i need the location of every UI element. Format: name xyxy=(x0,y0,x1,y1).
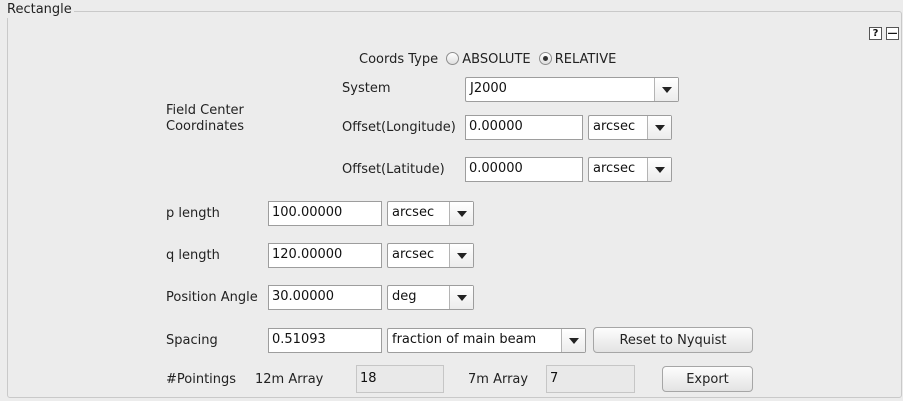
offset-latitude-input[interactable]: 0.00000 xyxy=(465,157,583,182)
field-center-label-2: Coordinates xyxy=(166,119,245,134)
array-7m-label: 7m Array xyxy=(468,372,529,387)
chevron-down-icon[interactable] xyxy=(654,78,678,101)
offset-latitude-unit-select[interactable]: arcsec xyxy=(588,157,672,182)
chevron-down-icon[interactable] xyxy=(647,116,671,139)
offset-longitude-label: Offset(Longitude) xyxy=(342,120,456,135)
q-length-unit: arcsec xyxy=(392,247,435,262)
system-select[interactable]: J2000 xyxy=(465,77,679,102)
chevron-down-icon[interactable] xyxy=(449,286,473,309)
q-length-input[interactable]: 120.00000 xyxy=(268,243,382,268)
radio-relative-label[interactable]: RELATIVE xyxy=(555,52,617,67)
position-angle-unit: deg xyxy=(392,289,417,304)
panel-title: Rectangle xyxy=(5,2,74,18)
spacing-label: Spacing xyxy=(166,333,218,348)
radio-relative[interactable] xyxy=(538,52,552,65)
position-angle-label: Position Angle xyxy=(166,290,258,305)
p-length-unit: arcsec xyxy=(392,205,435,220)
chevron-down-icon[interactable] xyxy=(449,202,473,225)
system-label: System xyxy=(342,81,391,96)
chevron-down-icon[interactable] xyxy=(561,329,585,352)
help-button[interactable]: ? xyxy=(869,27,882,40)
array-12m-label: 12m Array xyxy=(255,372,324,387)
offset-longitude-unit: arcsec xyxy=(593,119,636,134)
position-angle-input[interactable]: 30.00000 xyxy=(268,285,382,310)
radio-absolute-label[interactable]: ABSOLUTE xyxy=(462,52,530,67)
chevron-down-icon[interactable] xyxy=(647,158,671,181)
spacing-unit-select[interactable]: fraction of main beam xyxy=(387,328,586,353)
p-length-unit-select[interactable]: arcsec xyxy=(387,201,474,226)
radio-absolute[interactable] xyxy=(446,52,460,65)
field-center-label: Field Center xyxy=(166,103,244,118)
array-12m-count: 18 xyxy=(356,365,444,393)
spacing-input[interactable]: 0.51093 xyxy=(268,328,382,353)
offset-longitude-input[interactable]: 0.00000 xyxy=(465,115,583,140)
offset-longitude-unit-select[interactable]: arcsec xyxy=(588,115,672,140)
q-length-label: q length xyxy=(166,248,220,263)
p-length-label: p length xyxy=(166,206,220,221)
chevron-down-icon[interactable] xyxy=(449,244,473,267)
q-length-unit-select[interactable]: arcsec xyxy=(387,243,474,268)
coords-type-label: Coords Type xyxy=(359,52,439,67)
collapse-button[interactable]: — xyxy=(886,27,899,40)
reset-to-nyquist-button[interactable]: Reset to Nyquist xyxy=(593,327,753,353)
p-length-input[interactable]: 100.00000 xyxy=(268,201,382,226)
array-7m-count: 7 xyxy=(546,365,635,393)
offset-latitude-label: Offset(Latitude) xyxy=(342,162,445,177)
coords-type-row: Coords Type ABSOLUTE RELATIVE xyxy=(359,52,616,68)
pointings-label: #Pointings xyxy=(166,372,237,387)
export-button[interactable]: Export xyxy=(662,366,753,392)
offset-latitude-unit: arcsec xyxy=(593,161,636,176)
system-value: J2000 xyxy=(470,81,507,96)
spacing-unit: fraction of main beam xyxy=(392,332,537,347)
position-angle-unit-select[interactable]: deg xyxy=(387,285,474,310)
